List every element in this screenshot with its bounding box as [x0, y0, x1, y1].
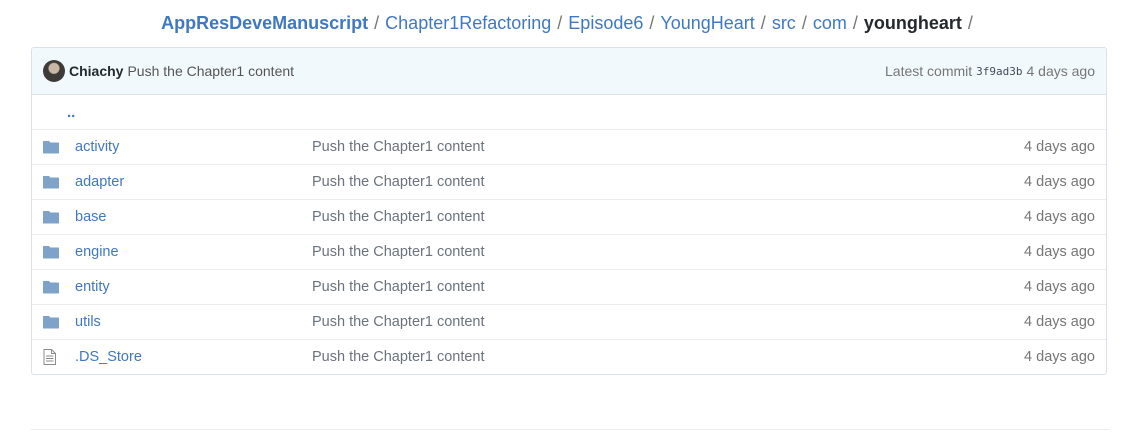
file-icon — [32, 349, 75, 365]
breadcrumb-separator: / — [760, 13, 766, 33]
file-name-link[interactable]: utils — [75, 314, 312, 330]
breadcrumb-separator: / — [649, 13, 655, 33]
breadcrumb-separator: / — [967, 13, 973, 33]
file-commit-message[interactable]: Push the Chapter1 content — [312, 174, 1024, 190]
breadcrumb-separator: / — [852, 13, 858, 33]
file-commit-message[interactable]: Push the Chapter1 content — [312, 314, 1024, 330]
file-name-link[interactable]: engine — [75, 244, 312, 260]
breadcrumb-separator: / — [801, 13, 807, 33]
file-name-link[interactable]: adapter — [75, 174, 312, 190]
commit-author[interactable]: Chiachy — [69, 63, 123, 79]
parent-directory-row[interactable]: .. — [32, 95, 1106, 129]
file-name-link[interactable]: entity — [75, 279, 312, 295]
file-row[interactable]: base Push the Chapter1 content 4 days ago — [32, 199, 1106, 234]
commit-sha[interactable]: 3f9ad3b — [976, 65, 1022, 78]
file-commit-message[interactable]: Push the Chapter1 content — [312, 209, 1024, 225]
breadcrumb-link-episode6[interactable]: Episode6 — [568, 13, 643, 33]
file-commit-message[interactable]: Push the Chapter1 content — [312, 139, 1024, 155]
file-commit-message[interactable]: Push the Chapter1 content — [312, 279, 1024, 295]
file-commit-age: 4 days ago — [1024, 244, 1095, 260]
folder-icon — [32, 175, 75, 189]
divider — [31, 429, 1109, 430]
folder-icon — [32, 315, 75, 329]
file-commit-age: 4 days ago — [1024, 314, 1095, 330]
file-commit-message[interactable]: Push the Chapter1 content — [312, 349, 1024, 365]
folder-icon — [32, 245, 75, 259]
file-name-link[interactable]: .DS_Store — [75, 349, 312, 365]
file-row[interactable]: .DS_Store Push the Chapter1 content 4 days… — [32, 339, 1106, 374]
file-row[interactable]: engine Push the Chapter1 content 4 days ag… — [32, 234, 1106, 269]
breadcrumb: AppResDeveManuscript / Chapter1Refactoring… — [0, 10, 1140, 36]
file-commit-age: 4 days ago — [1024, 174, 1095, 190]
breadcrumb-link-com[interactable]: com — [813, 13, 847, 33]
breadcrumb-link-chapter1refactoring[interactable]: Chapter1Refactoring — [385, 13, 551, 33]
breadcrumb-link-youngheart[interactable]: YoungHeart — [660, 13, 754, 33]
commit-message[interactable]: Push the Chapter1 content — [127, 63, 294, 79]
file-commit-age: 4 days ago — [1024, 279, 1095, 295]
file-commit-age: 4 days ago — [1024, 209, 1095, 225]
file-rows: activity Push the Chapter1 content 4 days … — [32, 129, 1106, 374]
breadcrumb-repo-link[interactable]: AppResDeveManuscript — [161, 13, 368, 33]
file-row[interactable]: activity Push the Chapter1 content 4 days … — [32, 129, 1106, 164]
folder-icon — [32, 210, 75, 224]
breadcrumb-current: youngheart — [863, 13, 962, 33]
latest-commit-label: Latest commit — [885, 63, 973, 79]
folder-icon — [32, 140, 75, 154]
file-name-link[interactable]: base — [75, 209, 312, 225]
file-row[interactable]: utils Push the Chapter1 content 4 days ago — [32, 304, 1106, 339]
latest-commit-bar: Chiachy Push the Chapter1 content Latest… — [32, 48, 1106, 95]
folder-icon — [32, 280, 75, 294]
file-commit-message[interactable]: Push the Chapter1 content — [312, 244, 1024, 260]
breadcrumb-separator: / — [374, 13, 380, 33]
file-commit-age: 4 days ago — [1024, 349, 1095, 365]
breadcrumb-link-src[interactable]: src — [772, 13, 796, 33]
commit-age: 4 days ago — [1026, 63, 1096, 79]
file-commit-age: 4 days ago — [1024, 139, 1095, 155]
file-row[interactable]: entity Push the Chapter1 content 4 days ag… — [32, 269, 1106, 304]
parent-directory-link[interactable]: .. — [32, 104, 75, 121]
file-row[interactable]: adapter Push the Chapter1 content 4 days a… — [32, 164, 1106, 199]
breadcrumb-separator: / — [557, 13, 563, 33]
file-list: Chiachy Push the Chapter1 content Latest… — [31, 47, 1107, 375]
avatar[interactable] — [43, 60, 65, 82]
file-name-link[interactable]: activity — [75, 139, 312, 155]
